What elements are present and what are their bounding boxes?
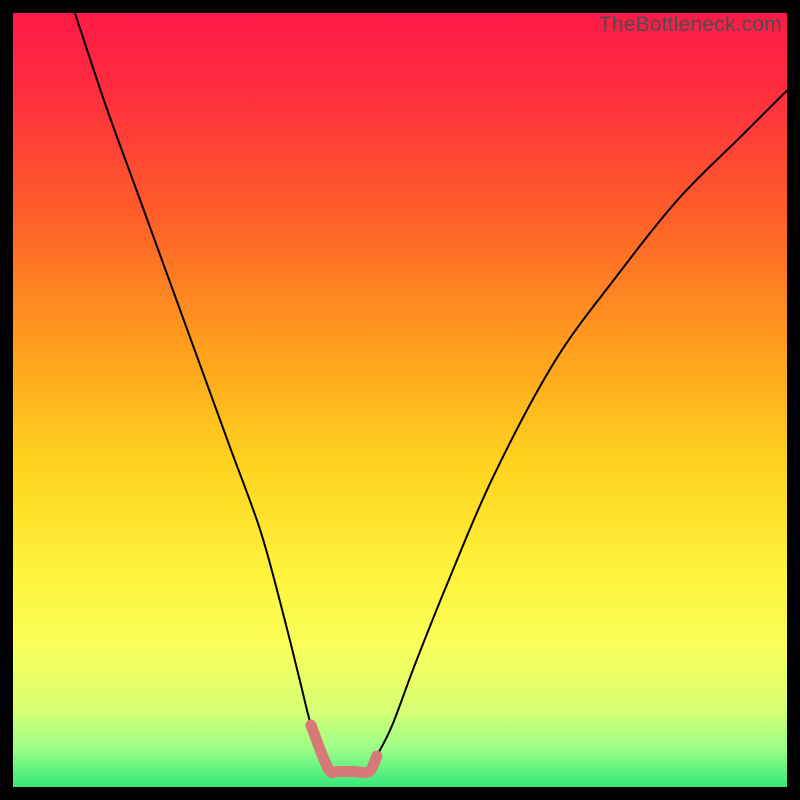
watermark-text: TheBottleneck.com bbox=[599, 13, 782, 37]
plot-area: TheBottleneck.com bbox=[13, 13, 787, 787]
bottleneck-chart-svg bbox=[13, 13, 787, 787]
chart-stage: TheBottleneck.com bbox=[0, 0, 800, 800]
gradient-background bbox=[13, 13, 787, 787]
